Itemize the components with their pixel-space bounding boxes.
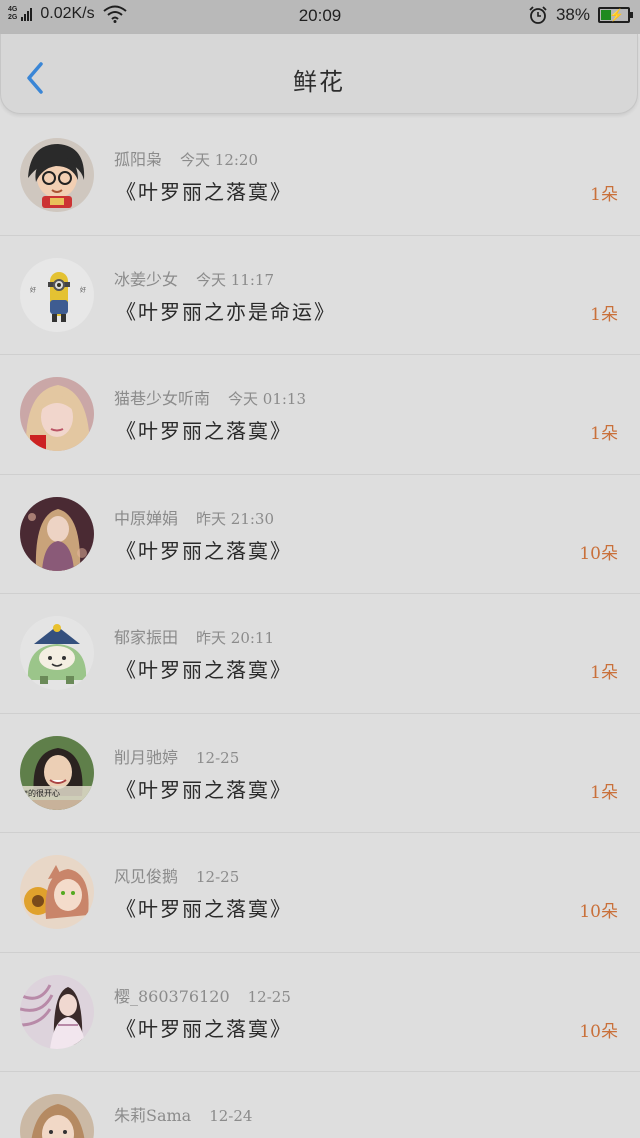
- list-item[interactable]: 中原婵娟 昨天 21:30 《叶罗丽之落寞》 10朵: [0, 475, 640, 594]
- sender-name[interactable]: 孤阳枭: [114, 146, 162, 170]
- list-item[interactable]: 猫巷少女听南 今天 01:13 《叶罗丽之落寞》 1朵: [0, 355, 640, 475]
- gift-work-title[interactable]: 《叶罗丽之落寞》: [116, 535, 292, 564]
- flower-count: 1朵: [590, 304, 618, 325]
- svg-text:好: 好: [30, 286, 36, 294]
- gift-work-title[interactable]: 《叶罗丽之落寞》: [116, 176, 292, 205]
- gift-time: 今天 12:20: [180, 151, 259, 169]
- gift-work-title[interactable]: 《叶罗丽之落寞》: [116, 415, 292, 444]
- gift-time: 今天 01:13: [228, 390, 307, 408]
- gift-work-title[interactable]: 《叶罗丽之落寞》: [116, 893, 292, 922]
- sender-name[interactable]: 削月驰婷: [114, 744, 178, 768]
- avatar[interactable]: [20, 377, 94, 451]
- sender-meta: 樱_860376120 12-25: [114, 983, 291, 1007]
- gift-work-title[interactable]: 《叶罗丽之亦是命运》: [116, 296, 336, 325]
- flower-count: 1朵: [590, 185, 618, 205]
- flower-gift-list: 孤阳枭 今天 12:20 《叶罗丽之落寞》 1朵 好 好 冰姜少女 今天 11:…: [0, 116, 640, 1138]
- gift-work-title[interactable]: 《叶罗丽之落寞》: [116, 654, 292, 683]
- avatar[interactable]: 好 好: [20, 257, 94, 332]
- avatar[interactable]: [20, 138, 94, 212]
- gift-time: 12-25: [196, 748, 240, 767]
- list-item[interactable]: 朱莉Sama 12-24: [0, 1072, 640, 1138]
- battery-percent: 38%: [555, 5, 590, 24]
- sender-meta: 削月驰婷 12-25: [114, 744, 239, 768]
- sender-name[interactable]: 风见俊鹅: [114, 863, 178, 887]
- list-item[interactable]: 风见俊鹅 12-25 《叶罗丽之落寞》 10朵: [0, 833, 640, 953]
- flower-count: 1朵: [590, 663, 618, 683]
- list-item[interactable]: 郁家振田 昨天 20:11 《叶罗丽之落寞》 1朵: [0, 594, 640, 714]
- avatar[interactable]: *的很开心: [20, 735, 94, 810]
- header-bar: 鲜花: [0, 34, 638, 114]
- sender-meta: 猫巷少女听南 今天 01:13: [114, 385, 306, 409]
- sender-meta: 朱莉Sama 12-24: [114, 1102, 252, 1126]
- sender-meta: 风见俊鹅 12-25: [114, 863, 239, 887]
- sender-name[interactable]: 猫巷少女听南: [114, 385, 210, 409]
- flower-count: 10朵: [579, 543, 618, 564]
- sender-name[interactable]: 郁家振田: [114, 624, 178, 648]
- status-right: 38% ⚡: [528, 5, 633, 25]
- battery-icon: ⚡: [598, 7, 633, 23]
- list-item[interactable]: 好 好 冰姜少女 今天 11:17 《叶罗丽之亦是命运》 1朵: [0, 236, 640, 355]
- gift-time: 12-24: [209, 1107, 253, 1125]
- gift-time: 12-25: [247, 987, 291, 1006]
- sender-name[interactable]: 中原婵娟: [114, 505, 178, 529]
- list-item[interactable]: 孤阳枭 今天 12:20 《叶罗丽之落寞》 1朵: [0, 116, 640, 236]
- list-item[interactable]: 樱_860376120 12-25 《叶罗丽之落寞》 10朵: [0, 953, 640, 1072]
- sender-name[interactable]: 樱_860376120: [114, 983, 230, 1007]
- avatar[interactable]: [20, 1094, 94, 1138]
- status-bar: 4G 2G 0.02K/s 20:09 38% ⚡: [0, 0, 640, 34]
- gift-work-title[interactable]: 《叶罗丽之落寞》: [116, 774, 292, 803]
- sender-meta: 郁家振田 昨天 20:11: [114, 624, 274, 648]
- gift-time: 今天 11:17: [196, 270, 275, 289]
- gift-time: 12-25: [196, 868, 240, 886]
- sender-name[interactable]: 朱莉Sama: [114, 1102, 191, 1126]
- avatar[interactable]: [20, 974, 94, 1049]
- sender-meta: 中原婵娟 昨天 21:30: [114, 505, 274, 529]
- list-item[interactable]: *的很开心 削月驰婷 12-25 《叶罗丽之落寞》 1朵: [0, 714, 640, 833]
- gift-work-title[interactable]: 《叶罗丽之落寞》: [116, 1013, 292, 1042]
- gift-time: 昨天 21:30: [196, 509, 275, 528]
- avatar[interactable]: [20, 496, 94, 571]
- flower-count: 1朵: [590, 782, 618, 803]
- alarm-icon: [529, 6, 547, 24]
- gift-time: 昨天 20:11: [196, 629, 275, 647]
- flowers-page: 4G 2G 0.02K/s 20:09 38% ⚡ 鲜花 孤阳枭 今天 12:2…: [0, 0, 640, 1138]
- sender-meta: 孤阳枭 今天 12:20: [114, 146, 258, 170]
- flower-count: 10朵: [579, 902, 618, 922]
- avatar[interactable]: [20, 616, 94, 690]
- avatar[interactable]: [20, 855, 94, 929]
- charging-bolt-icon: ⚡: [609, 8, 624, 22]
- sender-meta: 冰姜少女 今天 11:17: [114, 266, 274, 290]
- svg-text:好: 好: [80, 286, 86, 294]
- flower-count: 1朵: [590, 424, 618, 444]
- sender-name[interactable]: 冰姜少女: [114, 266, 178, 290]
- page-title: 鲜花: [293, 68, 345, 96]
- flower-count: 10朵: [579, 1021, 618, 1042]
- svg-text:*的很开心: *的很开心: [24, 788, 60, 798]
